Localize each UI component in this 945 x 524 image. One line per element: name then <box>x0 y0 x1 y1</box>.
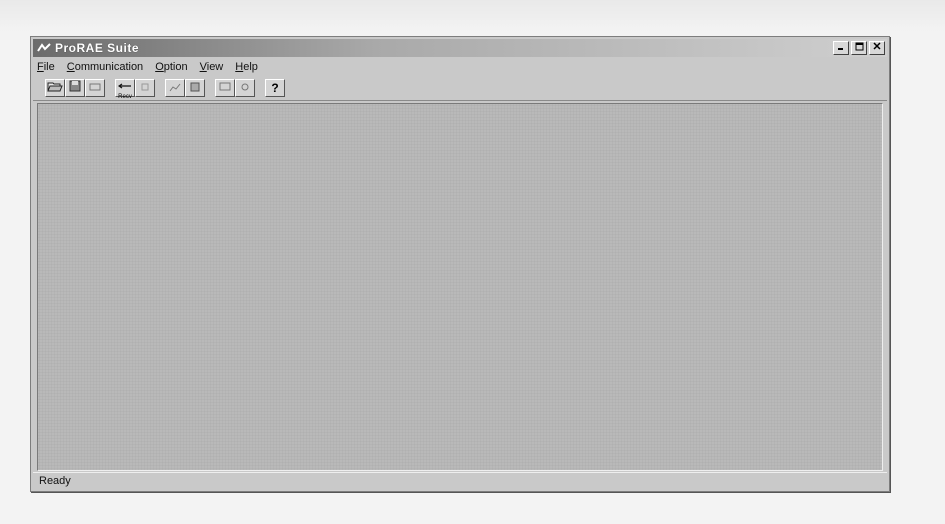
close-button[interactable] <box>869 41 885 55</box>
background-strip <box>0 0 945 32</box>
maximize-button[interactable] <box>851 41 867 55</box>
save-icon <box>69 79 81 97</box>
sensor-icon <box>240 79 250 97</box>
folder-open-icon <box>47 79 63 97</box>
monitor-icon <box>219 79 231 97</box>
receive-button[interactable]: Recv <box>115 76 135 100</box>
toolbar-button-6[interactable] <box>165 79 185 97</box>
window-title: ProRAE Suite <box>55 41 140 55</box>
chart-icon <box>169 79 181 97</box>
rae-logo-icon <box>37 42 51 54</box>
title-bar[interactable]: ProRAE Suite <box>33 39 887 57</box>
menu-file[interactable]: File <box>33 61 62 73</box>
status-text: Ready <box>39 475 71 487</box>
menu-communication[interactable]: Communication <box>62 61 150 73</box>
toolbar-button-5[interactable] <box>135 79 155 97</box>
menu-view[interactable]: View <box>195 61 231 73</box>
help-button[interactable]: ? <box>265 79 285 97</box>
receive-label: Recv <box>118 94 132 100</box>
menu-option[interactable]: Option <box>150 61 194 73</box>
toolbar: Recv ? <box>33 76 887 101</box>
window-controls <box>833 41 885 55</box>
toolbar-button-9[interactable] <box>235 79 255 97</box>
toolbar-button-3[interactable] <box>85 79 105 97</box>
toolbar-button-7[interactable] <box>185 79 205 97</box>
menu-help[interactable]: Help <box>230 61 265 73</box>
minimize-button[interactable] <box>833 41 849 55</box>
app-window: ProRAE Suite File Communication Option V… <box>30 36 890 492</box>
client-area[interactable] <box>37 103 883 471</box>
menu-bar: File Communication Option View Help <box>33 58 887 75</box>
receive-arrow-icon <box>117 76 132 94</box>
disk-icon <box>89 79 101 97</box>
save-button[interactable] <box>65 79 85 97</box>
status-bar: Ready <box>33 472 887 489</box>
toolbar-button-8[interactable] <box>215 79 235 97</box>
blank-icon <box>140 79 150 97</box>
help-icon: ? <box>271 81 279 95</box>
open-button[interactable] <box>45 79 65 97</box>
table-icon <box>190 79 200 97</box>
